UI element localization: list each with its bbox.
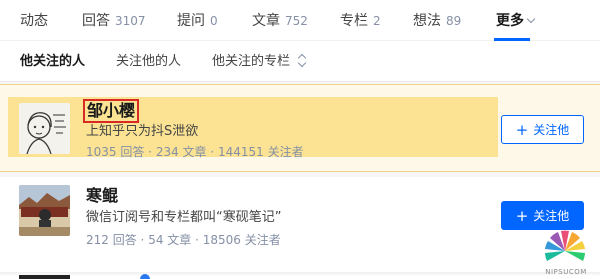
answers-count: 1035 回答: [86, 145, 145, 159]
articles-count: 234 文章: [155, 145, 207, 159]
tab-articles[interactable]: 文章 752: [252, 11, 308, 31]
followers-count: 144151 关注者: [218, 145, 304, 159]
user-name[interactable]: 邹小樱: [83, 99, 140, 123]
subtab-following[interactable]: 他关注的人: [20, 53, 85, 71]
following-subtabs: 他关注的人 关注他的人 他关注的专栏: [0, 41, 600, 82]
list-item: 邹小樱 上知乎只为抖S泄欲 1035 回答 · 234 文章 · 144151 …: [0, 84, 600, 172]
profile-tab-bar: 动态 回答 3107 提问 0 文章 752 专栏 2 想法 89 更多: [0, 0, 600, 41]
tab-label: 专栏: [340, 13, 368, 29]
tab-count: 0: [210, 14, 218, 28]
avatar[interactable]: [19, 185, 70, 236]
answers-count: 212 回答: [86, 233, 137, 247]
avatar[interactable]: [19, 103, 70, 154]
tab-activities[interactable]: 动态: [20, 11, 48, 31]
tab-label: 文章: [252, 13, 280, 29]
subtab-followed-columns[interactable]: 他关注的专栏: [212, 53, 306, 71]
user-headline: 微信订阅号和专栏都叫“寒砚笔记”: [86, 210, 282, 225]
tab-more[interactable]: 更多: [496, 11, 536, 31]
tab-columns[interactable]: 专栏 2: [340, 11, 381, 31]
list-item: [0, 275, 600, 279]
separator: ·: [191, 233, 203, 247]
user-name[interactable]: 寒鲲: [86, 186, 118, 206]
tab-count: 2: [373, 14, 381, 28]
separator: ·: [144, 145, 156, 159]
chevron-down-icon: [526, 14, 536, 24]
followers-count: 18506 关注者: [202, 233, 281, 247]
follow-button[interactable]: + 关注他: [501, 115, 584, 144]
tab-answers[interactable]: 回答 3107: [82, 11, 146, 31]
user-headline: 上知乎只为抖S泄欲: [86, 124, 199, 139]
avatar[interactable]: [19, 275, 70, 279]
user-stats: 212 回答 · 54 文章 · 18506 关注者: [86, 232, 281, 248]
user-stats: 1035 回答 · 234 文章 · 144151 关注者: [86, 144, 304, 160]
tab-label: 动态: [20, 13, 48, 29]
follow-label: 关注他: [533, 123, 570, 137]
subtab-followers[interactable]: 关注他的人: [116, 53, 181, 71]
tab-label: 回答: [82, 13, 110, 29]
tab-label: 想法: [413, 13, 441, 29]
tab-count: 752: [285, 14, 308, 28]
articles-count: 54 文章: [148, 233, 192, 247]
tab-count: 3107: [115, 14, 146, 28]
separator: ·: [136, 233, 149, 247]
separator: ·: [206, 145, 218, 159]
tab-questions[interactable]: 提问 0: [177, 11, 218, 31]
tab-label: 提问: [177, 13, 205, 29]
plus-icon: +: [515, 207, 529, 225]
plus-icon: +: [515, 121, 529, 139]
tab-thoughts[interactable]: 想法 89: [413, 11, 461, 31]
subtab-label: 他关注的专栏: [212, 54, 291, 69]
list-item: 寒鲲 微信订阅号和专栏都叫“寒砚笔记” 212 回答 · 54 文章 · 185…: [0, 177, 600, 273]
verified-badge-icon: [140, 274, 150, 279]
watermark-text: NIPSUCOM: [545, 268, 587, 276]
tab-count: 89: [446, 14, 462, 28]
follow-label: 关注他: [533, 209, 570, 223]
sort-icon: [298, 55, 306, 67]
tab-label: 更多: [496, 13, 524, 29]
